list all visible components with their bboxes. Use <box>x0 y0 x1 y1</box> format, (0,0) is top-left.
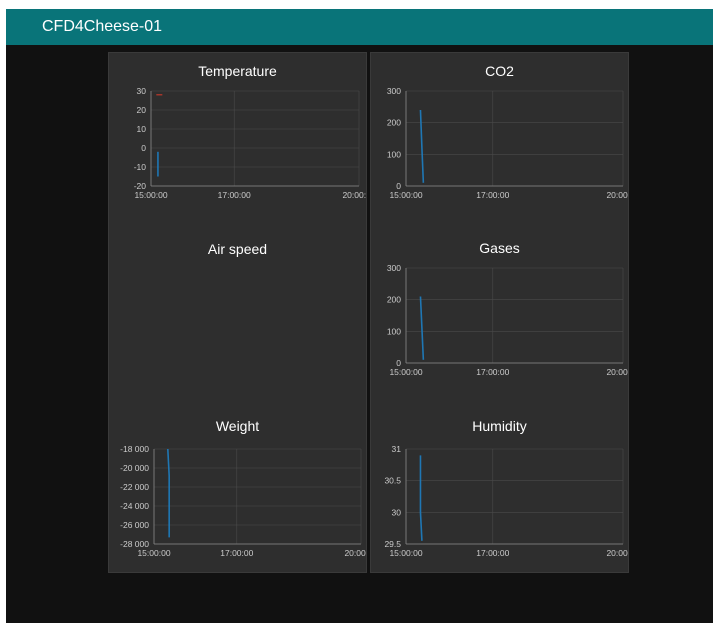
x-tick-label: 17:00:00 <box>220 548 253 558</box>
y-tick-label: 10 <box>137 124 147 134</box>
x-tick-label: 15:00:00 <box>137 548 170 558</box>
x-tick-label: 20:00:00 <box>606 190 628 200</box>
series-line <box>419 455 423 541</box>
air-speed-title: Air speed <box>207 241 268 257</box>
y-tick-label: 0 <box>141 143 146 153</box>
series-line <box>167 448 170 538</box>
widget-group-left: Temperature 30 20 10 0 -10 -20 15:00:00 17:00:0… <box>108 52 367 573</box>
y-tick-label: 100 <box>387 326 401 336</box>
x-tick-label: 20:00:00 <box>342 190 366 200</box>
x-tick-label: 20:00:00 <box>344 548 366 558</box>
air-speed-widget: Air speed <box>109 233 366 373</box>
y-tick-label: 300 <box>387 263 401 273</box>
x-tick-label: 17:00:00 <box>476 548 509 558</box>
humidity-chart: 3130.53029.515:00:0017:00:0020:00:00 <box>384 444 628 558</box>
weight-title: Weight <box>215 418 260 434</box>
y-tick-label: 200 <box>387 118 401 128</box>
y-tick-label: -22 000 <box>120 482 149 492</box>
weight-widget: Weight -18 000 -20 000 -22 000 -24 000 -26 0… <box>109 408 366 568</box>
y-tick-label: -18 000 <box>120 444 149 454</box>
x-tick-label: 20:00:00 <box>606 548 628 558</box>
gases-chart: 300200100015:00:0017:00:0020:00:00 <box>387 263 628 377</box>
temperature-chart: 3020100-10-2015:00:0017:00:0020:00:00 <box>134 86 366 200</box>
series-line <box>419 296 425 360</box>
co2-widget: CO2 300200100015:00:0017:00:0020:00:00 <box>371 53 628 213</box>
dashboard-frame: CFD4Cheese-01 Temperature 30 20 10 0 -10 -20 1… <box>6 9 713 623</box>
y-tick-label: 100 <box>387 149 401 159</box>
x-tick-label: 15:00:00 <box>389 367 422 377</box>
gases-title: Gases <box>479 240 520 256</box>
y-tick-label: 30 <box>392 507 402 517</box>
y-tick-label: 30.5 <box>384 476 401 486</box>
y-tick-label: 200 <box>387 295 401 305</box>
y-tick-label: -24 000 <box>120 501 149 511</box>
co2-chart: 300200100015:00:0017:00:0020:00:00 <box>387 86 628 200</box>
temperature-title: Temperature <box>198 63 277 79</box>
x-tick-label: 15:00:00 <box>389 190 422 200</box>
x-tick-label: 15:00:00 <box>134 190 167 200</box>
widget-group-right: CO2 300200100015:00:0017:00:0020:00:00 G… <box>370 52 629 573</box>
y-tick-label: 300 <box>387 86 401 96</box>
x-tick-label: 17:00:00 <box>476 367 509 377</box>
humidity-widget: Humidity 31 30.5 30 29.5 15:00:00 17:00:00 20:… <box>371 408 628 568</box>
co2-title: CO2 <box>485 63 514 79</box>
y-tick-label: 31 <box>392 444 402 454</box>
x-tick-label: 15:00:00 <box>389 548 422 558</box>
gases-widget: Gases 300200100015:00:0017:00:0020:00:00 <box>371 230 628 390</box>
temperature-widget: Temperature 30 20 10 0 -10 -20 15:00:00 17:00:0… <box>109 53 366 213</box>
app-header: CFD4Cheese-01 <box>6 9 713 45</box>
app-title: CFD4Cheese-01 <box>42 18 163 35</box>
x-tick-label: 17:00:00 <box>218 190 251 200</box>
series-line <box>419 109 425 183</box>
x-tick-label: 17:00:00 <box>476 190 509 200</box>
y-tick-label: -20 000 <box>120 463 149 473</box>
y-tick-label: 30 <box>137 86 147 96</box>
x-tick-label: 20:00:00 <box>606 367 628 377</box>
y-tick-label: -10 <box>134 162 147 172</box>
humidity-title: Humidity <box>472 418 527 434</box>
y-tick-label: -26 000 <box>120 520 149 530</box>
weight-chart: -18 000-20 000-22 000-24 000-26 000-28 0… <box>120 444 366 558</box>
y-tick-label: 20 <box>137 105 147 115</box>
